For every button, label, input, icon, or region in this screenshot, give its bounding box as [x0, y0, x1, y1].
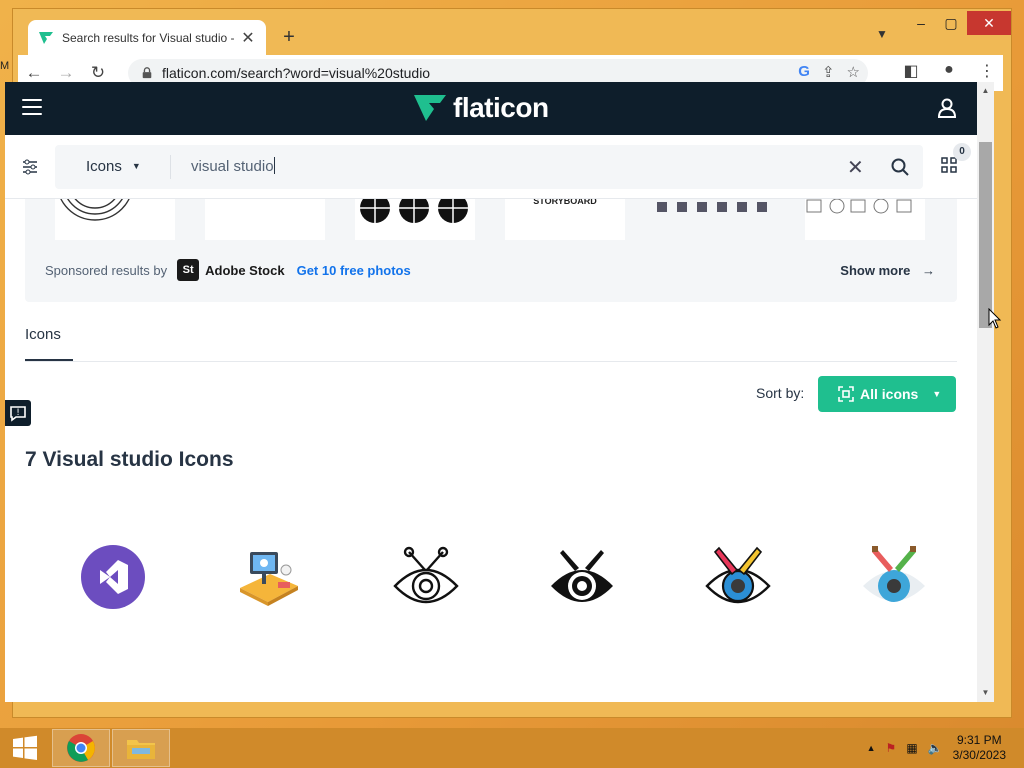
desktop-icon-label[interactable]: M [0, 60, 9, 72]
google-lens-icon[interactable]: G [798, 63, 810, 81]
search-bar: Icons ▼ visual studio ✕ [55, 145, 923, 189]
show-more-label: Show more [840, 262, 911, 278]
page-scrollbar[interactable]: ▲ ▼ [977, 82, 994, 702]
feedback-button[interactable]: ! [5, 400, 31, 426]
search-type-dropdown[interactable]: Icons ▼ [86, 158, 141, 175]
text-cursor [273, 157, 275, 174]
tab-search-chevron-icon[interactable]: ▼ [876, 27, 888, 41]
free-photos-link[interactable]: Get 10 free photos [297, 263, 411, 278]
designer-desk-icon[interactable] [234, 542, 304, 612]
taskbar: ▲ ⚑ ▦ 🔈 9:31 PM 3/30/2023 [0, 728, 1024, 768]
side-panel-icon[interactable]: ◧ [895, 61, 927, 81]
flaticon-favicon-icon [39, 31, 53, 44]
hamburger-menu-icon[interactable] [22, 99, 42, 117]
flaticon-logo[interactable]: flaticon [413, 92, 549, 124]
reload-icon[interactable]: ↻ [82, 63, 114, 83]
svg-text:!: ! [16, 408, 20, 418]
tab-title: Search results for Visual studio - [62, 30, 235, 45]
windows-logo-icon [13, 735, 37, 760]
divider [170, 155, 171, 179]
collection-grid-icon[interactable] [941, 157, 957, 173]
eye-brush-glyph-icon[interactable] [547, 542, 617, 612]
sort-by-label: Sort by: [756, 385, 805, 401]
title-bar: Search results for Visual studio - ✕ + ▼… [13, 9, 1011, 55]
forward-icon[interactable]: → [50, 63, 82, 83]
search-input[interactable]: visual studio [191, 157, 275, 175]
flaticon-logo-icon [414, 95, 446, 121]
eye-brush-flat-icon[interactable] [859, 542, 929, 612]
logo-text: flaticon [453, 92, 549, 123]
show-more-link[interactable]: Show more → [840, 263, 935, 278]
start-button[interactable] [0, 728, 50, 768]
close-window-button[interactable]: ✕ [967, 11, 1011, 35]
new-tab-button[interactable]: + [277, 25, 301, 49]
sponsored-footer: Sponsored results by St Adobe Stock Get … [45, 258, 935, 282]
minimize-button[interactable]: – [909, 11, 933, 35]
sponsored-label: Sponsored results by [45, 262, 168, 278]
lock-icon [142, 67, 152, 79]
clear-search-icon[interactable]: ✕ [847, 155, 864, 180]
clock[interactable]: 9:31 PM 3/30/2023 [953, 733, 1006, 763]
back-icon[interactable]: ← [18, 63, 50, 83]
scroll-up-icon[interactable]: ▲ [977, 86, 994, 95]
profile-avatar-icon[interactable]: ● [933, 61, 965, 81]
results-title: 7 Visual studio Icons [25, 448, 234, 471]
arrow-right-icon: → [922, 262, 935, 278]
clock-date: 3/30/2023 [952, 748, 1006, 762]
caret-down-icon: ▼ [131, 161, 141, 171]
sort-value: All icons [860, 386, 919, 402]
eye-brush-lineal-color-icon[interactable] [703, 542, 773, 612]
all-icons-icon [838, 386, 854, 402]
filters-icon[interactable] [22, 159, 38, 175]
mouse-cursor-icon [988, 308, 1002, 329]
url-text: flaticon.com/search?word=visual%20studio [162, 65, 431, 81]
browser-menu-icon[interactable]: ⋮ [971, 61, 1003, 81]
taskbar-chrome[interactable] [52, 729, 110, 767]
adobe-stock-name: Adobe Stock [205, 262, 285, 278]
scroll-down-icon[interactable]: ▼ [977, 688, 994, 697]
search-query: visual studio [191, 158, 274, 175]
web-page: flaticon Icons ▼ visual studio ✕ 0 STORYB… [5, 82, 977, 702]
sort-dropdown[interactable]: All icons ▼ [818, 376, 956, 412]
network-icon[interactable]: ▦ [906, 741, 917, 755]
search-type-label: Icons [86, 158, 122, 175]
adobe-stock-logo-icon: St [177, 259, 200, 281]
sponsored-results: STORYBOARD Sponsored results by St Adobe… [25, 182, 957, 302]
chrome-icon [67, 734, 95, 762]
taskbar-file-explorer[interactable] [112, 729, 170, 767]
action-center-flag-icon[interactable]: ⚑ [886, 741, 897, 755]
eye-brush-outline-icon[interactable] [391, 542, 461, 612]
search-section: Icons ▼ visual studio ✕ 0 [5, 135, 977, 199]
search-icon[interactable] [891, 158, 909, 176]
site-header: flaticon [5, 82, 977, 135]
collection-count-badge: 0 [953, 143, 971, 161]
volume-muted-icon[interactable]: 🔈 [928, 741, 943, 755]
browser-tab[interactable]: Search results for Visual studio - ✕ [28, 20, 266, 55]
folder-icon [127, 740, 155, 759]
bookmark-star-icon[interactable]: ☆ [847, 63, 860, 81]
share-icon[interactable]: ⇪ [822, 63, 835, 81]
feedback-icon: ! [10, 406, 26, 422]
maximize-button[interactable]: ▢ [939, 11, 963, 35]
visual-studio-logo-icon[interactable] [78, 542, 148, 612]
scrollbar-thumb[interactable] [979, 142, 992, 328]
clock-time: 9:31 PM [956, 733, 1002, 747]
system-tray: ▲ ⚑ ▦ 🔈 9:31 PM 3/30/2023 [867, 728, 1024, 768]
caret-down-icon: ▼ [932, 389, 942, 399]
tab-icons[interactable]: Icons [25, 326, 73, 361]
user-account-icon[interactable] [937, 98, 957, 118]
tab-close-icon[interactable]: ✕ [240, 28, 256, 48]
result-tabs: Icons [25, 314, 957, 362]
show-hidden-icons-icon[interactable]: ▲ [867, 743, 876, 753]
